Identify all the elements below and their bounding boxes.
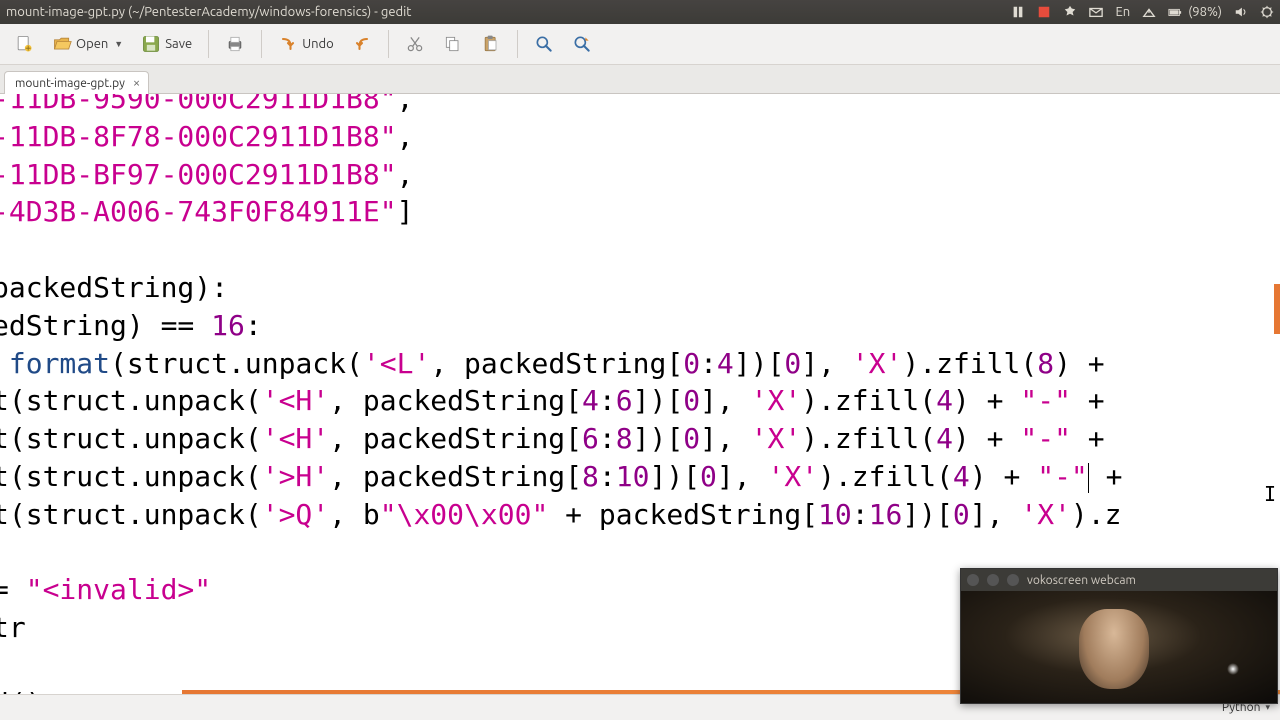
tab-close-icon[interactable]: × <box>133 76 140 90</box>
record-indicator[interactable] <box>1037 5 1051 19</box>
save-label: Save <box>165 37 192 51</box>
redo-button[interactable] <box>346 30 378 58</box>
open-dropdown-icon[interactable]: ▼ <box>114 39 123 49</box>
media-pause-indicator[interactable] <box>1011 5 1025 19</box>
webcam-window[interactable]: vokoscreen webcam <box>960 568 1278 704</box>
undo-label: Undo <box>302 37 334 51</box>
toolbar-separator <box>517 30 518 58</box>
volume-indicator[interactable] <box>1234 5 1248 19</box>
webcam-close-icon[interactable] <box>967 574 979 586</box>
undo-button[interactable]: Undo <box>272 30 340 58</box>
webcam-title-label: vokoscreen webcam <box>1027 574 1136 587</box>
mail-indicator[interactable] <box>1089 5 1103 19</box>
tab-bar: mount-image-gpt.py × <box>0 65 1280 94</box>
toolbar-separator <box>388 30 389 58</box>
paste-button[interactable] <box>475 30 507 58</box>
network-indicator[interactable] <box>1142 5 1156 19</box>
save-button[interactable]: Save <box>135 30 198 58</box>
window-title: mount-image-gpt.py (~/PentesterAcademy/w… <box>6 5 411 19</box>
new-button[interactable] <box>8 30 40 58</box>
window-titlebar: mount-image-gpt.py (~/PentesterAcademy/w… <box>0 0 1280 24</box>
scrollbar-thumb[interactable] <box>1274 284 1280 334</box>
webcam-min-icon[interactable] <box>987 574 999 586</box>
print-button[interactable] <box>219 30 251 58</box>
find-replace-button[interactable] <box>566 30 598 58</box>
system-indicator[interactable] <box>1260 5 1274 19</box>
find-button[interactable] <box>528 30 560 58</box>
toolbar-separator <box>261 30 262 58</box>
cut-button[interactable] <box>399 30 431 58</box>
webcam-video <box>961 591 1277 703</box>
tab-label: mount-image-gpt.py <box>15 77 125 90</box>
sync-indicator[interactable] <box>1063 5 1077 19</box>
tab-file[interactable]: mount-image-gpt.py × <box>4 71 149 94</box>
open-button[interactable]: Open ▼ <box>46 30 129 58</box>
copy-button[interactable] <box>437 30 469 58</box>
toolbar-separator <box>208 30 209 58</box>
text-cursor-icon: I <box>1264 482 1276 506</box>
keyboard-lang-indicator[interactable]: En <box>1115 5 1130 19</box>
code-content: -11DB-9590-000C2911D1B8", -11DB-8F78-000… <box>0 94 1123 694</box>
webcam-max-icon[interactable] <box>1007 574 1019 586</box>
webcam-titlebar[interactable]: vokoscreen webcam <box>961 569 1277 591</box>
open-label: Open <box>76 37 108 51</box>
battery-indicator[interactable]: (98%) <box>1168 5 1222 19</box>
toolbar: Open ▼ Save Undo <box>0 24 1280 65</box>
